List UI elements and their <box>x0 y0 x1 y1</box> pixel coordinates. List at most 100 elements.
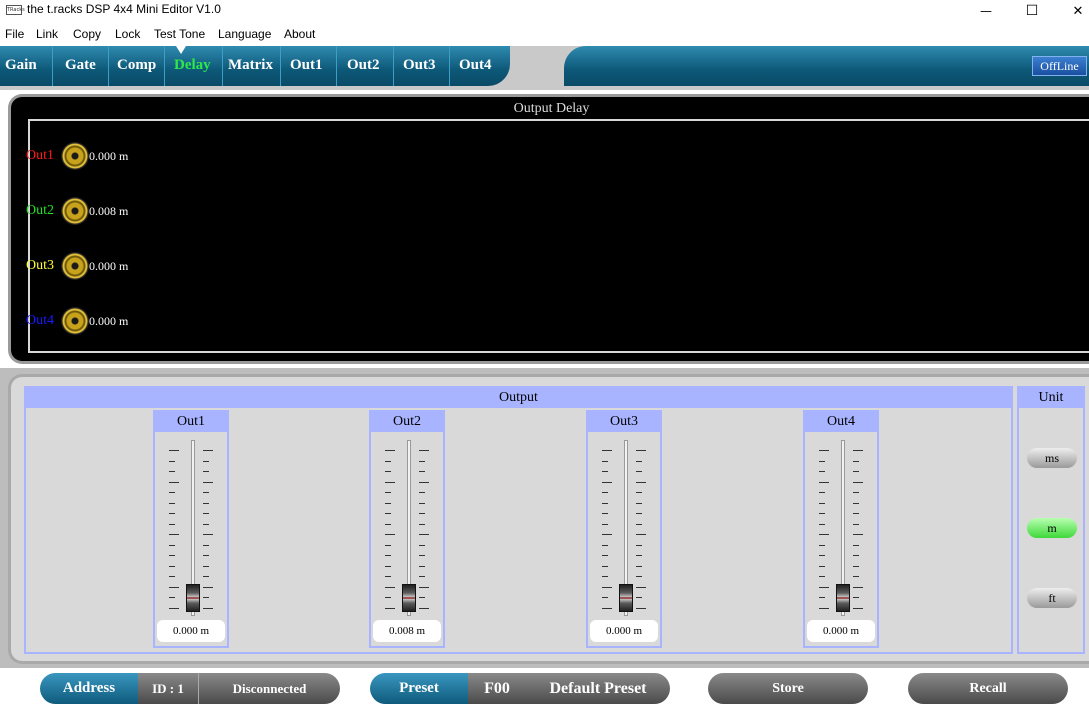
fader-channel-out1: Out1 0.000 m <box>153 410 229 648</box>
fader-tick <box>419 576 425 577</box>
fader-handle[interactable] <box>186 584 200 612</box>
fader-tick <box>203 544 209 546</box>
fader-tick <box>853 502 859 504</box>
fader-tick <box>419 555 425 556</box>
fader-tick <box>602 555 608 556</box>
fader-tick <box>636 502 642 504</box>
fader-value-field[interactable]: 0.000 m <box>590 620 658 642</box>
title-bar: TRacks the t.racks DSP 4x4 Mini Editor V… <box>0 0 1089 22</box>
fader-tick <box>636 544 642 546</box>
fader-tick <box>853 492 859 493</box>
unit-ms-button[interactable]: ms <box>1027 448 1077 468</box>
menu-language[interactable]: Language <box>218 27 271 41</box>
fader-value-field[interactable]: 0.000 m <box>807 620 875 642</box>
fader-tick <box>819 450 829 451</box>
tab-delay[interactable]: Delay <box>174 57 211 74</box>
minimize-button[interactable]: — <box>963 0 1009 22</box>
delay-row-label: Out1 <box>26 148 54 163</box>
fader-tick <box>853 513 859 514</box>
fader-tick <box>385 513 391 514</box>
delay-row-value: 0.008 m <box>89 204 129 218</box>
fader-tick <box>169 460 175 462</box>
tab-out3[interactable]: Out3 <box>403 57 436 74</box>
fader-tick <box>419 523 425 525</box>
unit-ft-button[interactable]: ft <box>1027 588 1077 608</box>
fader-tick <box>169 513 175 514</box>
fader-tick <box>853 565 859 567</box>
fader-tick <box>419 586 429 588</box>
fader-tick <box>636 481 646 483</box>
fader-tick <box>819 460 825 462</box>
menu-test-tone[interactable]: Test Tone <box>154 27 205 41</box>
delay-row-label: Out2 <box>26 203 54 218</box>
tab-matrix[interactable]: Matrix <box>228 57 273 74</box>
fader-tick <box>602 450 612 451</box>
fader-handle[interactable] <box>402 584 416 612</box>
preset-button[interactable]: Preset <box>370 673 468 704</box>
menu-lock[interactable]: Lock <box>115 27 140 41</box>
fader-channel-out3: Out3 0.000 m <box>586 410 662 648</box>
store-button[interactable]: Store <box>708 673 868 704</box>
tab-out4[interactable]: Out4 <box>459 57 492 74</box>
fader-tick <box>853 471 859 472</box>
fader-tick <box>853 597 859 598</box>
output-section-title: Output <box>26 388 1011 408</box>
fader-tick <box>169 471 175 472</box>
recall-button-wrap: Recall <box>908 673 1068 704</box>
footer-bar: Address ID : 1 Disconnected Preset F00 D… <box>0 668 1089 704</box>
delay-row-label: Out3 <box>26 258 54 273</box>
tab-out1[interactable]: Out1 <box>290 57 323 74</box>
close-button[interactable]: ✕ <box>1055 0 1089 22</box>
tab-divider <box>52 46 53 86</box>
fader-tick <box>819 492 825 493</box>
fader-scale-right <box>203 450 213 610</box>
recall-button[interactable]: Recall <box>908 673 1068 704</box>
fader-tick <box>602 565 608 567</box>
fader-tick <box>385 450 395 451</box>
tab-gain[interactable]: Gain <box>5 57 37 74</box>
fader-handle[interactable] <box>619 584 633 612</box>
fader-tick <box>853 481 863 483</box>
fader-channel-out2: Out2 0.008 m <box>369 410 445 648</box>
fader-tick <box>602 544 608 546</box>
fader-tick <box>385 492 391 493</box>
unit-m-button[interactable]: m <box>1027 518 1077 538</box>
fader-tick <box>819 534 829 535</box>
tab-gate[interactable]: Gate <box>65 57 96 74</box>
fader-tick <box>602 523 608 525</box>
fader-value-field[interactable]: 0.000 m <box>157 620 225 642</box>
tab-divider <box>108 46 109 86</box>
maximize-button[interactable]: ☐ <box>1009 0 1055 22</box>
fader-tick <box>853 576 859 577</box>
fader-tick <box>419 544 425 546</box>
menu-about[interactable]: About <box>284 27 315 41</box>
delay-row-value: 0.000 m <box>89 149 129 163</box>
fader-tick <box>419 450 429 451</box>
window-title: the t.racks DSP 4x4 Mini Editor V1.0 <box>27 2 221 16</box>
fader-tick <box>636 513 642 514</box>
fader-value-field[interactable]: 0.008 m <box>373 620 441 642</box>
speaker-icon <box>61 142 89 170</box>
fader-tick <box>419 471 425 472</box>
menu-link[interactable]: Link <box>36 27 58 41</box>
menu-copy[interactable]: Copy <box>73 27 101 41</box>
fader-tick <box>203 492 209 493</box>
fader-tick <box>419 607 429 609</box>
fader-tick <box>419 597 425 598</box>
delay-row-value: 0.000 m <box>89 259 129 273</box>
address-button[interactable]: Address <box>40 673 138 704</box>
fader-tick <box>636 565 642 567</box>
menu-bar: File Link Copy Lock Test Tone Language A… <box>0 24 1089 44</box>
fader-tick <box>819 576 825 577</box>
fader-tick <box>602 471 608 472</box>
tab-out2[interactable]: Out2 <box>347 57 380 74</box>
offline-status-badge[interactable]: OffLine <box>1032 56 1087 76</box>
tab-comp[interactable]: Comp <box>117 57 156 74</box>
menu-file[interactable]: File <box>5 27 24 41</box>
minimize-icon: — <box>980 4 992 18</box>
store-button-wrap: Store <box>708 673 868 704</box>
fader-scale-right <box>853 450 863 610</box>
fader-handle[interactable] <box>836 584 850 612</box>
fader-tick <box>203 523 209 525</box>
fader-tick <box>819 523 825 525</box>
